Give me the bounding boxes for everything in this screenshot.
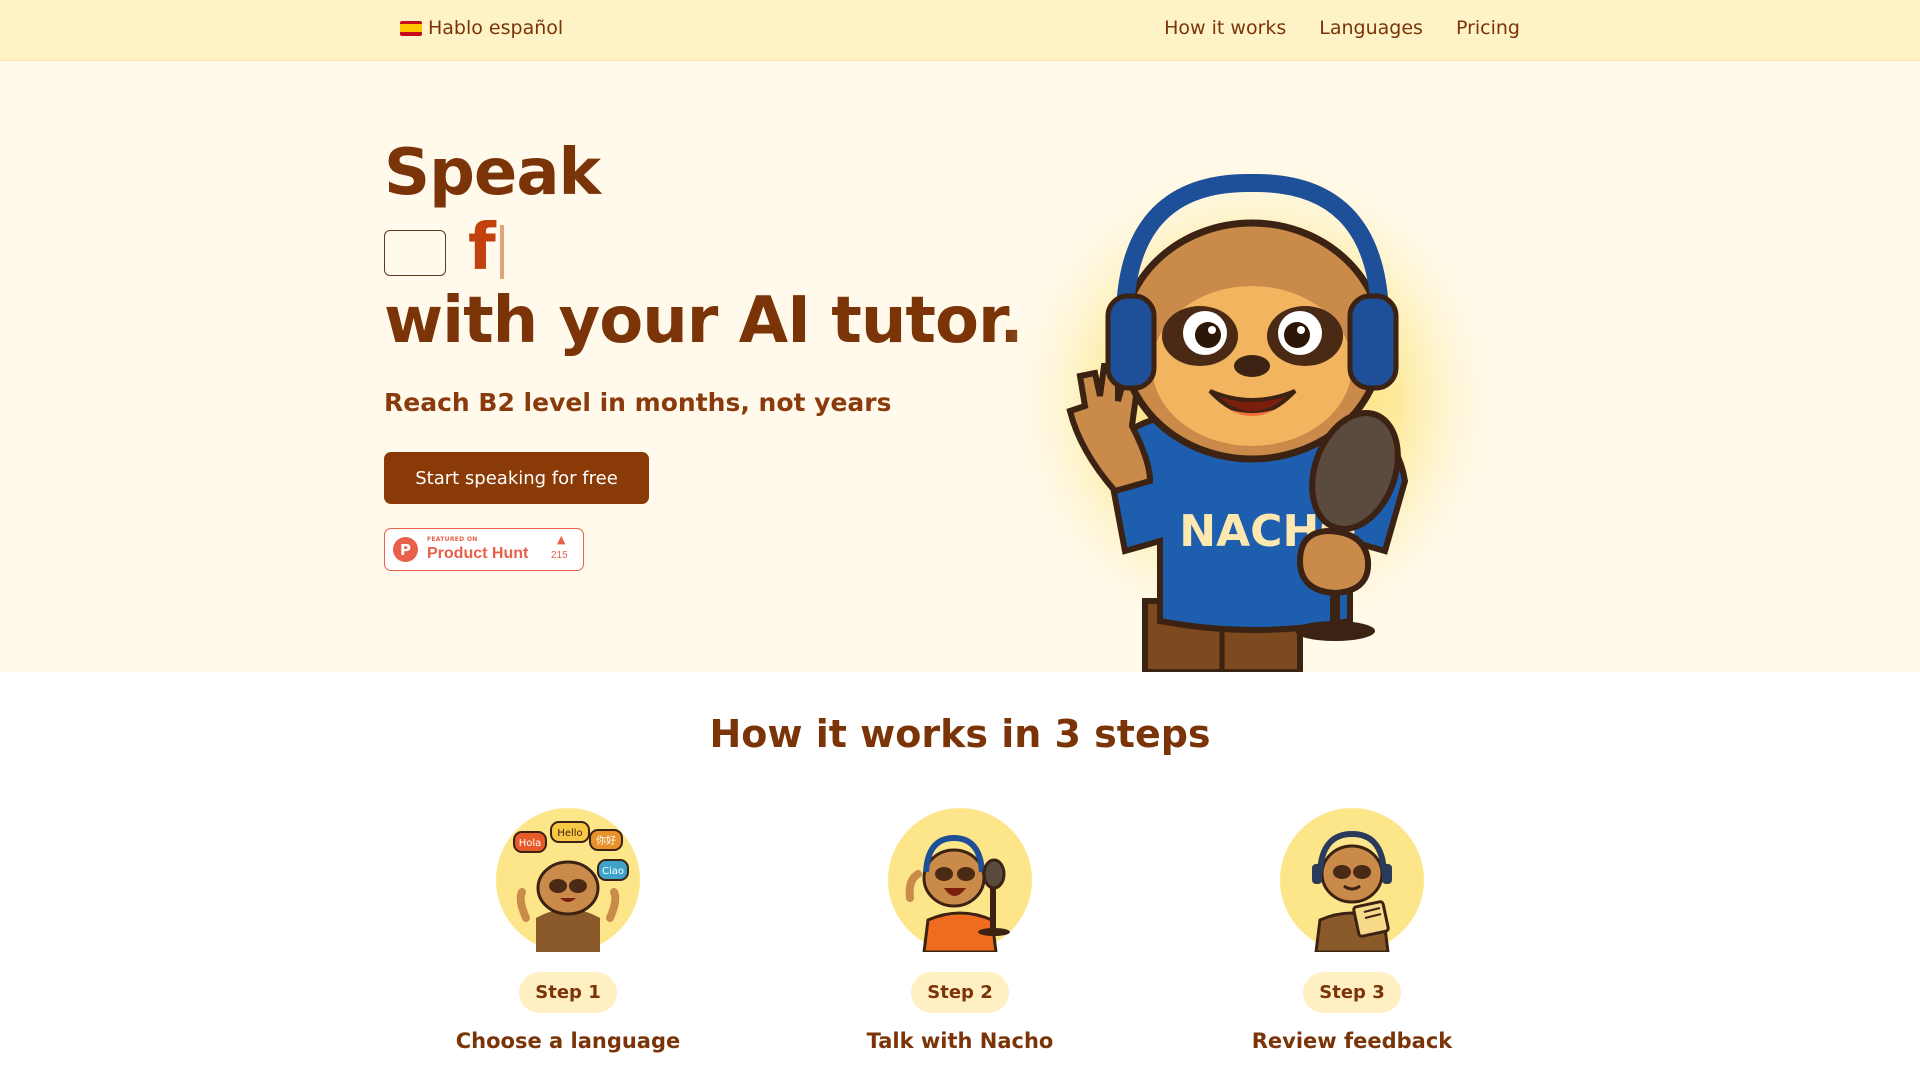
- language-choice-sloth-illustration: Hola Hello 你好 Ciao: [496, 808, 640, 952]
- bubble-hola: Hola: [519, 838, 542, 849]
- spain-flag-icon: [400, 20, 422, 36]
- product-hunt-name: Product Hunt: [427, 545, 529, 562]
- step-card-1: Hola Hello 你好 Ciao Step 1 Choose a langu…: [418, 808, 718, 1053]
- step-3-label: Review feedback: [1251, 1029, 1453, 1053]
- talking-sloth-illustration: [888, 808, 1032, 952]
- upvote-arrow-icon: ▲: [557, 533, 566, 546]
- nav-link-languages[interactable]: Languages: [1319, 17, 1423, 39]
- step-2-label: Talk with Nacho: [866, 1029, 1054, 1053]
- hero-subtitle: Reach B2 level in months, not years: [384, 388, 892, 417]
- nav-link-pricing[interactable]: Pricing: [1456, 17, 1520, 39]
- step-1-label: Choose a language: [455, 1029, 681, 1053]
- product-hunt-featured-label: FEATURED ON: [427, 536, 478, 543]
- step-card-3: Step 3 Review feedback: [1202, 808, 1502, 1053]
- hero-title-line-1: Speak: [384, 136, 601, 210]
- bubble-nihao: 你好: [596, 834, 616, 847]
- top-nav-bar: Hablo español How it works Languages Pri…: [0, 0, 1920, 61]
- step-2-badge: Step 2: [911, 972, 1009, 1013]
- typing-caret: [500, 225, 504, 279]
- product-hunt-logo-icon: P: [393, 537, 418, 562]
- start-speaking-button[interactable]: Start speaking for free: [384, 452, 649, 504]
- step-card-2: Step 2 Talk with Nacho: [810, 808, 1110, 1053]
- step-1-badge: Step 1: [519, 972, 617, 1013]
- nav-link-how-it-works[interactable]: How it works: [1164, 17, 1286, 39]
- hero-section: Speak f with your AI tutor. Reach B2 lev…: [0, 61, 1920, 672]
- hero-title-line-3: with your AI tutor.: [384, 284, 1024, 358]
- rotating-language-placeholder: [384, 230, 446, 276]
- main-nav: How it works Languages Pricing: [1164, 17, 1520, 39]
- bubble-ciao: Ciao: [602, 866, 624, 877]
- product-hunt-badge[interactable]: P FEATURED ON Product Hunt ▲ 215: [384, 528, 584, 571]
- brand-label: Hablo español: [428, 17, 564, 39]
- step-3-badge: Step 3: [1303, 972, 1401, 1013]
- steps-section-title: How it works in 3 steps: [709, 712, 1211, 756]
- bubble-hello: Hello: [557, 828, 582, 839]
- brand-link[interactable]: Hablo español: [400, 17, 563, 39]
- reviewing-sloth-illustration: [1280, 808, 1424, 952]
- typed-text: f: [468, 211, 496, 285]
- nacho-sloth-mascot-illustration: NACHO: [1000, 161, 1515, 672]
- upvote-count: 215: [551, 550, 568, 561]
